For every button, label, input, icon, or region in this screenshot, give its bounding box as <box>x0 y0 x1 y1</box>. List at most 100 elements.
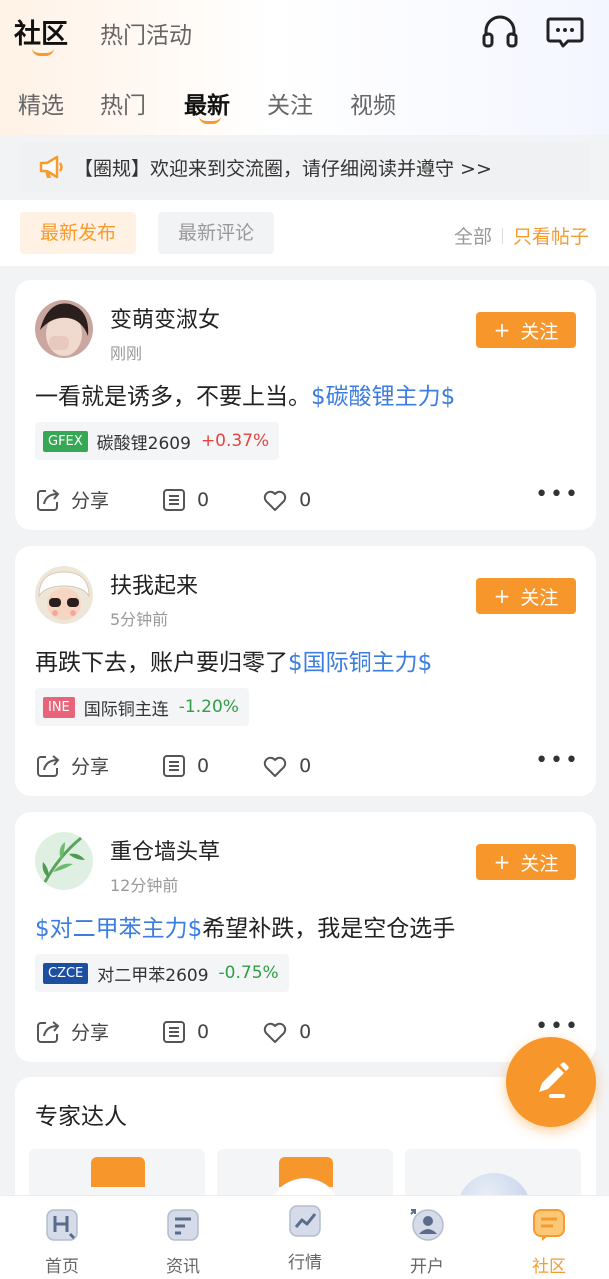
subtab-following[interactable]: 关注 <box>267 86 313 120</box>
share-button[interactable]: 分享 <box>35 1018 109 1045</box>
post-card[interactable]: 重仓墙头草 12分钟前 + 关注 $对二甲苯主力$希望补跌，我是空仓选手 CZC… <box>15 812 596 1062</box>
pencil-icon <box>539 1062 569 1098</box>
headset-icon[interactable] <box>480 12 520 52</box>
subtab-featured[interactable]: 精选 <box>18 86 64 120</box>
post-content[interactable]: 再跌下去，账户要归零了$国际铜主力$ <box>35 643 432 677</box>
share-icon <box>37 488 60 511</box>
subtab-hot[interactable]: 热门 <box>100 86 146 120</box>
app-header: 社区 热门活动 精选 热门 最新 关注 视频 <box>0 0 609 135</box>
stock-tag-link[interactable]: $对二甲苯主力$ <box>35 916 202 942</box>
username[interactable]: 重仓墙头草 <box>110 834 220 866</box>
share-label: 分享 <box>71 490 110 512</box>
tab-open-account[interactable]: 开户 <box>387 1204 467 1277</box>
megaphone-icon <box>39 155 63 179</box>
post-content[interactable]: $对二甲苯主力$希望补跌，我是空仓选手 <box>35 909 455 943</box>
comment-count: 0 <box>197 754 210 777</box>
heart-icon <box>263 490 287 511</box>
tab-news[interactable]: 资讯 <box>143 1204 223 1277</box>
message-icon[interactable] <box>545 12 585 52</box>
share-label: 分享 <box>71 1022 110 1044</box>
share-button[interactable]: 分享 <box>35 486 109 513</box>
post-actions: 分享 0 0 ••• <box>35 482 580 513</box>
plus-icon: + <box>493 850 511 874</box>
notice-text: 【圈规】欢迎来到交流圈，请仔细阅读并遵守 >> <box>74 157 492 180</box>
filter-bar: 最新发布 最新评论 全部 只看帖子 <box>0 200 609 266</box>
avatar[interactable] <box>35 566 93 624</box>
filter-all[interactable]: 全部 <box>454 222 492 249</box>
contract-name: 碳酸锂2609 <box>96 433 191 454</box>
stock-tag-link[interactable]: $碳酸锂主力$ <box>311 384 455 410</box>
share-icon <box>37 754 60 777</box>
comment-icon <box>163 488 186 511</box>
quote-chip[interactable]: CZCE 对二甲苯2609 -0.75% <box>35 954 289 992</box>
follow-button[interactable]: + 关注 <box>476 312 576 348</box>
price-change: -1.20% <box>178 697 239 717</box>
subtab-latest[interactable]: 最新 <box>184 86 230 120</box>
exchange-badge: INE <box>43 696 75 718</box>
filter-only-posts[interactable]: 只看帖子 <box>513 222 589 249</box>
subtab-video[interactable]: 视频 <box>350 86 396 120</box>
content-text: 再跌下去，账户要归零了 <box>35 650 288 676</box>
like-count: 0 <box>299 488 312 511</box>
heart-icon <box>263 1022 287 1043</box>
tab-hot-events[interactable]: 热门活动 <box>100 16 192 50</box>
comment-button[interactable]: 0 <box>161 1019 209 1045</box>
username[interactable]: 变萌变淑女 <box>110 302 220 334</box>
post-time: 刚刚 <box>110 344 143 363</box>
more-options-icon[interactable]: ••• <box>535 1014 580 1039</box>
post-card[interactable]: 扶我起来 5分钟前 + 关注 再跌下去，账户要归零了$国际铜主力$ INE 国际… <box>15 546 596 796</box>
tab-label: 资讯 <box>166 1257 200 1277</box>
post-actions: 分享 0 0 ••• <box>35 748 580 779</box>
plus-icon: + <box>493 318 511 342</box>
avatar[interactable] <box>35 300 93 358</box>
username[interactable]: 扶我起来 <box>110 568 198 600</box>
post-content[interactable]: 一看就是诱多，不要上当。$碳酸锂主力$ <box>35 377 455 411</box>
tab-home[interactable]: 首页 <box>22 1204 102 1277</box>
account-icon <box>410 1209 444 1241</box>
post-card[interactable]: 变萌变淑女 刚刚 + 关注 一看就是诱多，不要上当。$碳酸锂主力$ GFEX 碳… <box>15 280 596 530</box>
stock-tag-link[interactable]: $国际铜主力$ <box>288 650 432 676</box>
like-count: 0 <box>299 1020 312 1043</box>
contract-name: 对二甲苯2609 <box>97 965 209 986</box>
like-button[interactable]: 0 <box>261 1019 311 1045</box>
compose-post-button[interactable] <box>506 1037 596 1127</box>
like-button[interactable]: 0 <box>261 487 311 513</box>
avatar[interactable] <box>35 832 93 890</box>
more-options-icon[interactable]: ••• <box>535 748 580 773</box>
share-label: 分享 <box>71 756 110 778</box>
bottom-tab-bar: 首页 资讯 行情 开户 社区 <box>0 1195 609 1279</box>
filter-latest-posted[interactable]: 最新发布 <box>20 212 137 254</box>
expert-section-title: 专家达人 <box>35 1104 127 1130</box>
tab-label: 社区 <box>532 1257 566 1277</box>
quote-chip[interactable]: INE 国际铜主连 -1.20% <box>35 688 249 726</box>
more-options-icon[interactable]: ••• <box>535 482 580 507</box>
like-button[interactable]: 0 <box>261 753 311 779</box>
subtab-indicator <box>199 116 221 124</box>
follow-button[interactable]: + 关注 <box>476 578 576 614</box>
community-rules-notice[interactable]: 【圈规】欢迎来到交流圈，请仔细阅读并遵守 >> <box>20 142 590 192</box>
share-button[interactable]: 分享 <box>35 752 109 779</box>
post-actions: 分享 0 0 ••• <box>35 1014 580 1045</box>
content-text: 一看就是诱多，不要上当。 <box>35 384 311 410</box>
content-text-after: 希望补跌，我是空仓选手 <box>202 916 456 942</box>
comment-button[interactable]: 0 <box>161 487 209 513</box>
tab-label: 首页 <box>45 1257 79 1277</box>
tab-label: 行情 <box>288 1253 322 1273</box>
active-tab-indicator <box>32 48 54 56</box>
price-change: +0.37% <box>200 431 270 451</box>
tab-community-bottom[interactable]: 社区 <box>509 1204 589 1277</box>
comment-button[interactable]: 0 <box>161 753 209 779</box>
comment-icon <box>163 754 186 777</box>
quote-chip[interactable]: GFEX 碳酸锂2609 +0.37% <box>35 422 280 460</box>
tab-label: 开户 <box>410 1257 444 1277</box>
tab-market[interactable]: 行情 <box>265 1200 345 1273</box>
community-icon <box>533 1209 565 1241</box>
follow-button[interactable]: + 关注 <box>476 844 576 880</box>
tab-community[interactable]: 社区 <box>14 12 68 51</box>
comment-icon <box>163 1020 186 1043</box>
price-change: -0.75% <box>218 963 279 983</box>
filter-latest-comment[interactable]: 最新评论 <box>158 212 275 254</box>
follow-label: 关注 <box>520 852 559 875</box>
share-icon <box>37 1020 60 1043</box>
heart-icon <box>263 756 287 777</box>
